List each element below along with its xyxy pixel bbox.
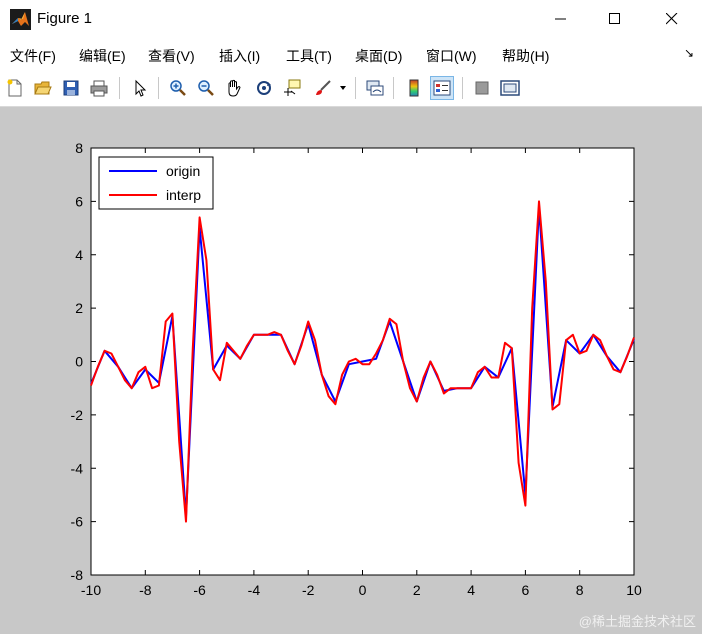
x-tick-label: 2: [413, 582, 421, 598]
close-button[interactable]: [645, 0, 699, 38]
legend-icon: [433, 80, 451, 96]
x-tick-label: -8: [139, 582, 152, 598]
legend-label-interp: interp: [166, 187, 201, 203]
legend-label-origin: origin: [166, 163, 200, 179]
pan-hand-icon: [228, 79, 241, 97]
zoom-out-icon: [198, 80, 214, 96]
show-plot-tools-icon: [500, 80, 520, 96]
select-arrow-icon: [135, 79, 147, 97]
plot-svg: -10 -8 -6 -4 -2 0 2 4 6 8 10-8-6-4-202468 origin i…: [71, 140, 642, 598]
link-plot-icon: [366, 80, 384, 96]
legend-button[interactable]: [430, 76, 454, 100]
y-tick-label: 6: [75, 193, 83, 209]
figure-toolbar: [0, 72, 702, 107]
rotate-3d-icon: [257, 81, 271, 95]
toolbar-separator: [462, 77, 463, 99]
rotate-3d-button[interactable]: [252, 76, 276, 100]
minimize-icon: [555, 18, 566, 20]
x-tick-label: -2: [302, 582, 315, 598]
x-tick-label: -10: [81, 582, 101, 598]
menu-insert[interactable]: 插入(I): [219, 46, 260, 66]
dock-arrow-icon[interactable]: ↘: [684, 46, 694, 60]
zoom-in-button[interactable]: [166, 76, 190, 100]
window-title: Figure 1: [37, 10, 93, 27]
menu-desktop[interactable]: 桌面(D): [355, 46, 402, 66]
zoom-out-button[interactable]: [194, 76, 218, 100]
brush-dropdown-button[interactable]: [336, 76, 350, 100]
save-button[interactable]: [59, 76, 83, 100]
figure-window: Figure 1 文件(F) 编辑(E) 查看(V) 插入(I) 工具(T) 桌…: [0, 0, 702, 634]
maximize-button[interactable]: [588, 0, 642, 38]
y-tick-label: 4: [75, 247, 83, 263]
y-tick-label: 0: [75, 354, 83, 370]
menu-file[interactable]: 文件(F): [10, 46, 56, 66]
matlab-logo-icon: [10, 9, 31, 30]
toolbar-separator: [119, 77, 120, 99]
y-tick-label: 2: [75, 300, 83, 316]
new-figure-button[interactable]: [3, 76, 27, 100]
y-tick-label: -2: [71, 407, 84, 423]
colorbar-icon: [409, 79, 419, 97]
open-file-button[interactable]: [31, 76, 55, 100]
open-file-icon: [34, 81, 52, 95]
brush-icon: [316, 80, 331, 95]
x-tick-label: 8: [576, 582, 584, 598]
x-tick-label: 6: [522, 582, 530, 598]
new-figure-icon: [7, 79, 22, 97]
brush-button[interactable]: [311, 76, 335, 100]
minimize-button[interactable]: [534, 0, 588, 38]
legend-box[interactable]: origin interp: [98, 156, 214, 210]
menu-tools[interactable]: 工具(T): [286, 46, 332, 66]
toolbar-separator: [393, 77, 394, 99]
toolbar-separator: [355, 77, 356, 99]
y-tick-label: -4: [71, 460, 84, 476]
data-cursor-icon: [284, 79, 301, 96]
menu-help[interactable]: 帮助(H): [502, 46, 549, 66]
brush-dropdown-icon: [340, 86, 346, 90]
x-tick-label: 0: [359, 582, 367, 598]
title-bar[interactable]: Figure 1: [0, 0, 702, 40]
watermark-text: @稀土掘金技术社区: [578, 614, 696, 629]
menu-window[interactable]: 窗口(W): [426, 46, 477, 66]
maximize-icon: [609, 13, 620, 24]
menu-view[interactable]: 查看(V): [148, 46, 195, 66]
x-tick-label: -6: [193, 582, 206, 598]
print-button[interactable]: [87, 76, 111, 100]
colorbar-button[interactable]: [402, 76, 426, 100]
x-tick-label: 10: [626, 582, 642, 598]
hide-plot-tools-icon: [475, 81, 489, 95]
close-icon: [666, 13, 678, 25]
zoom-in-icon: [170, 80, 186, 96]
pan-button[interactable]: [222, 76, 246, 100]
y-tick-label: -8: [71, 567, 84, 583]
show-plot-tools-button[interactable]: [498, 76, 522, 100]
select-button[interactable]: [128, 76, 152, 100]
y-tick-label: -6: [71, 514, 84, 530]
figure-canvas[interactable]: -10 -8 -6 -4 -2 0 2 4 6 8 10 -8 -6 -4 -2 0 2 4 6 8 origin i…: [0, 107, 702, 634]
menu-bar: 文件(F) 编辑(E) 查看(V) 插入(I) 工具(T) 桌面(D) 窗口(W…: [0, 40, 702, 72]
y-tick-label: 8: [75, 140, 83, 156]
x-tick-label: -4: [248, 582, 261, 598]
link-plot-button[interactable]: [363, 76, 387, 100]
data-cursor-button[interactable]: [280, 76, 304, 100]
hide-plot-tools-button[interactable]: [470, 76, 494, 100]
menu-edit[interactable]: 编辑(E): [79, 46, 126, 66]
toolbar-separator: [158, 77, 159, 99]
print-icon: [90, 80, 108, 97]
save-icon: [63, 80, 79, 96]
x-tick-label: 4: [467, 582, 475, 598]
